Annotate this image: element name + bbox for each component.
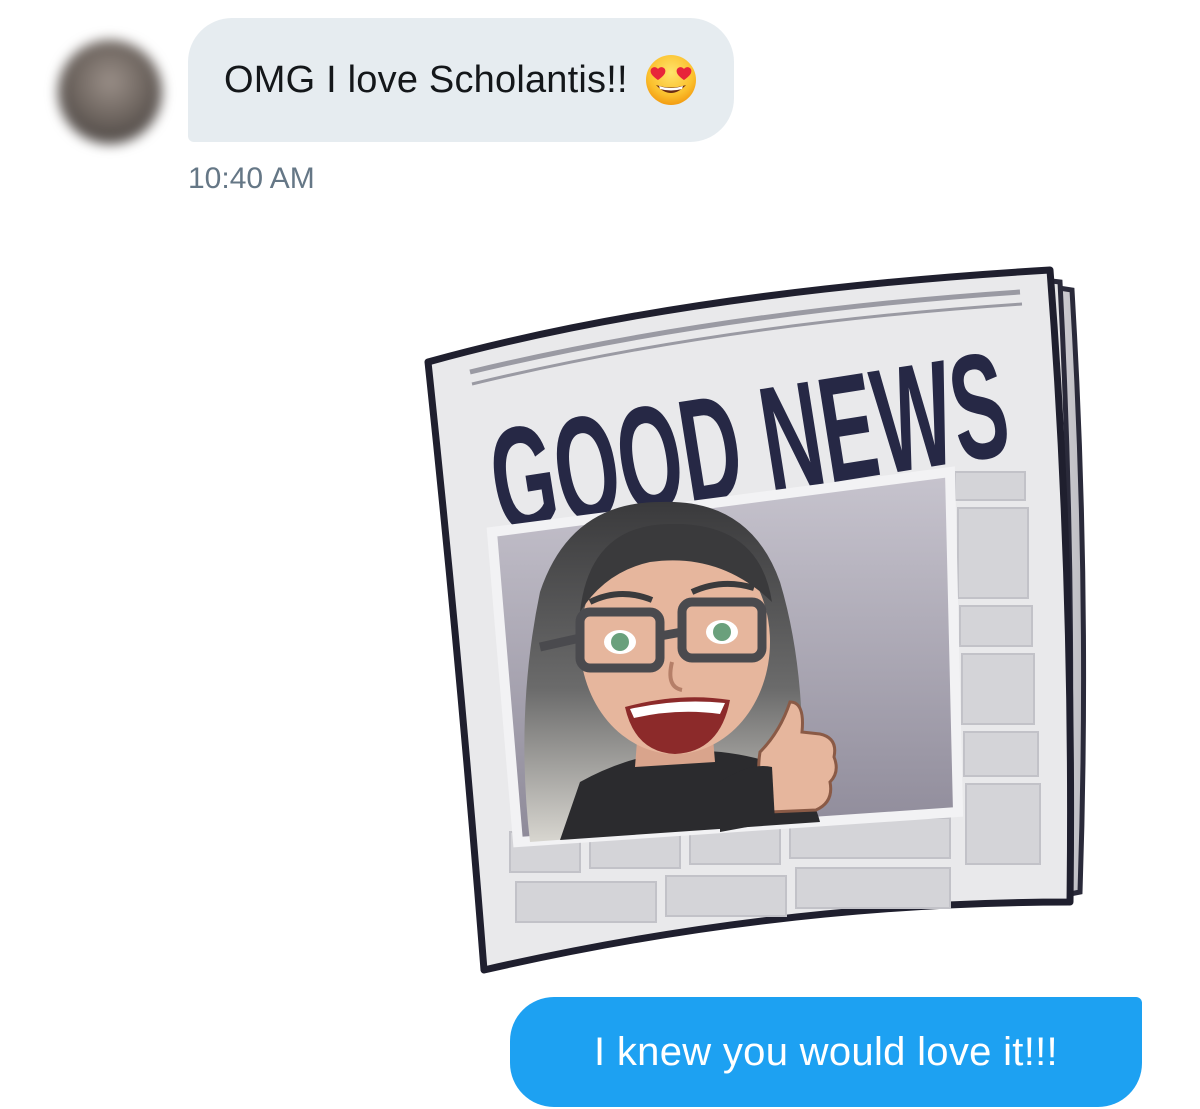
outgoing-message-bubble[interactable]: I knew you would love it!!!	[510, 997, 1142, 1107]
newspaper-sticker-icon[interactable]: GOOD NEWS	[420, 262, 1100, 982]
heart-eyes-emoji-icon	[645, 55, 696, 105]
outgoing-message-text: I knew you would love it!!!	[594, 1029, 1058, 1074]
sender-avatar[interactable]	[58, 40, 162, 144]
message-timestamp: 10:40 AM	[188, 162, 315, 195]
incoming-message-bubble[interactable]: OMG I love Scholantis!!	[188, 18, 734, 142]
incoming-message-text: OMG I love Scholantis!!	[224, 58, 628, 101]
